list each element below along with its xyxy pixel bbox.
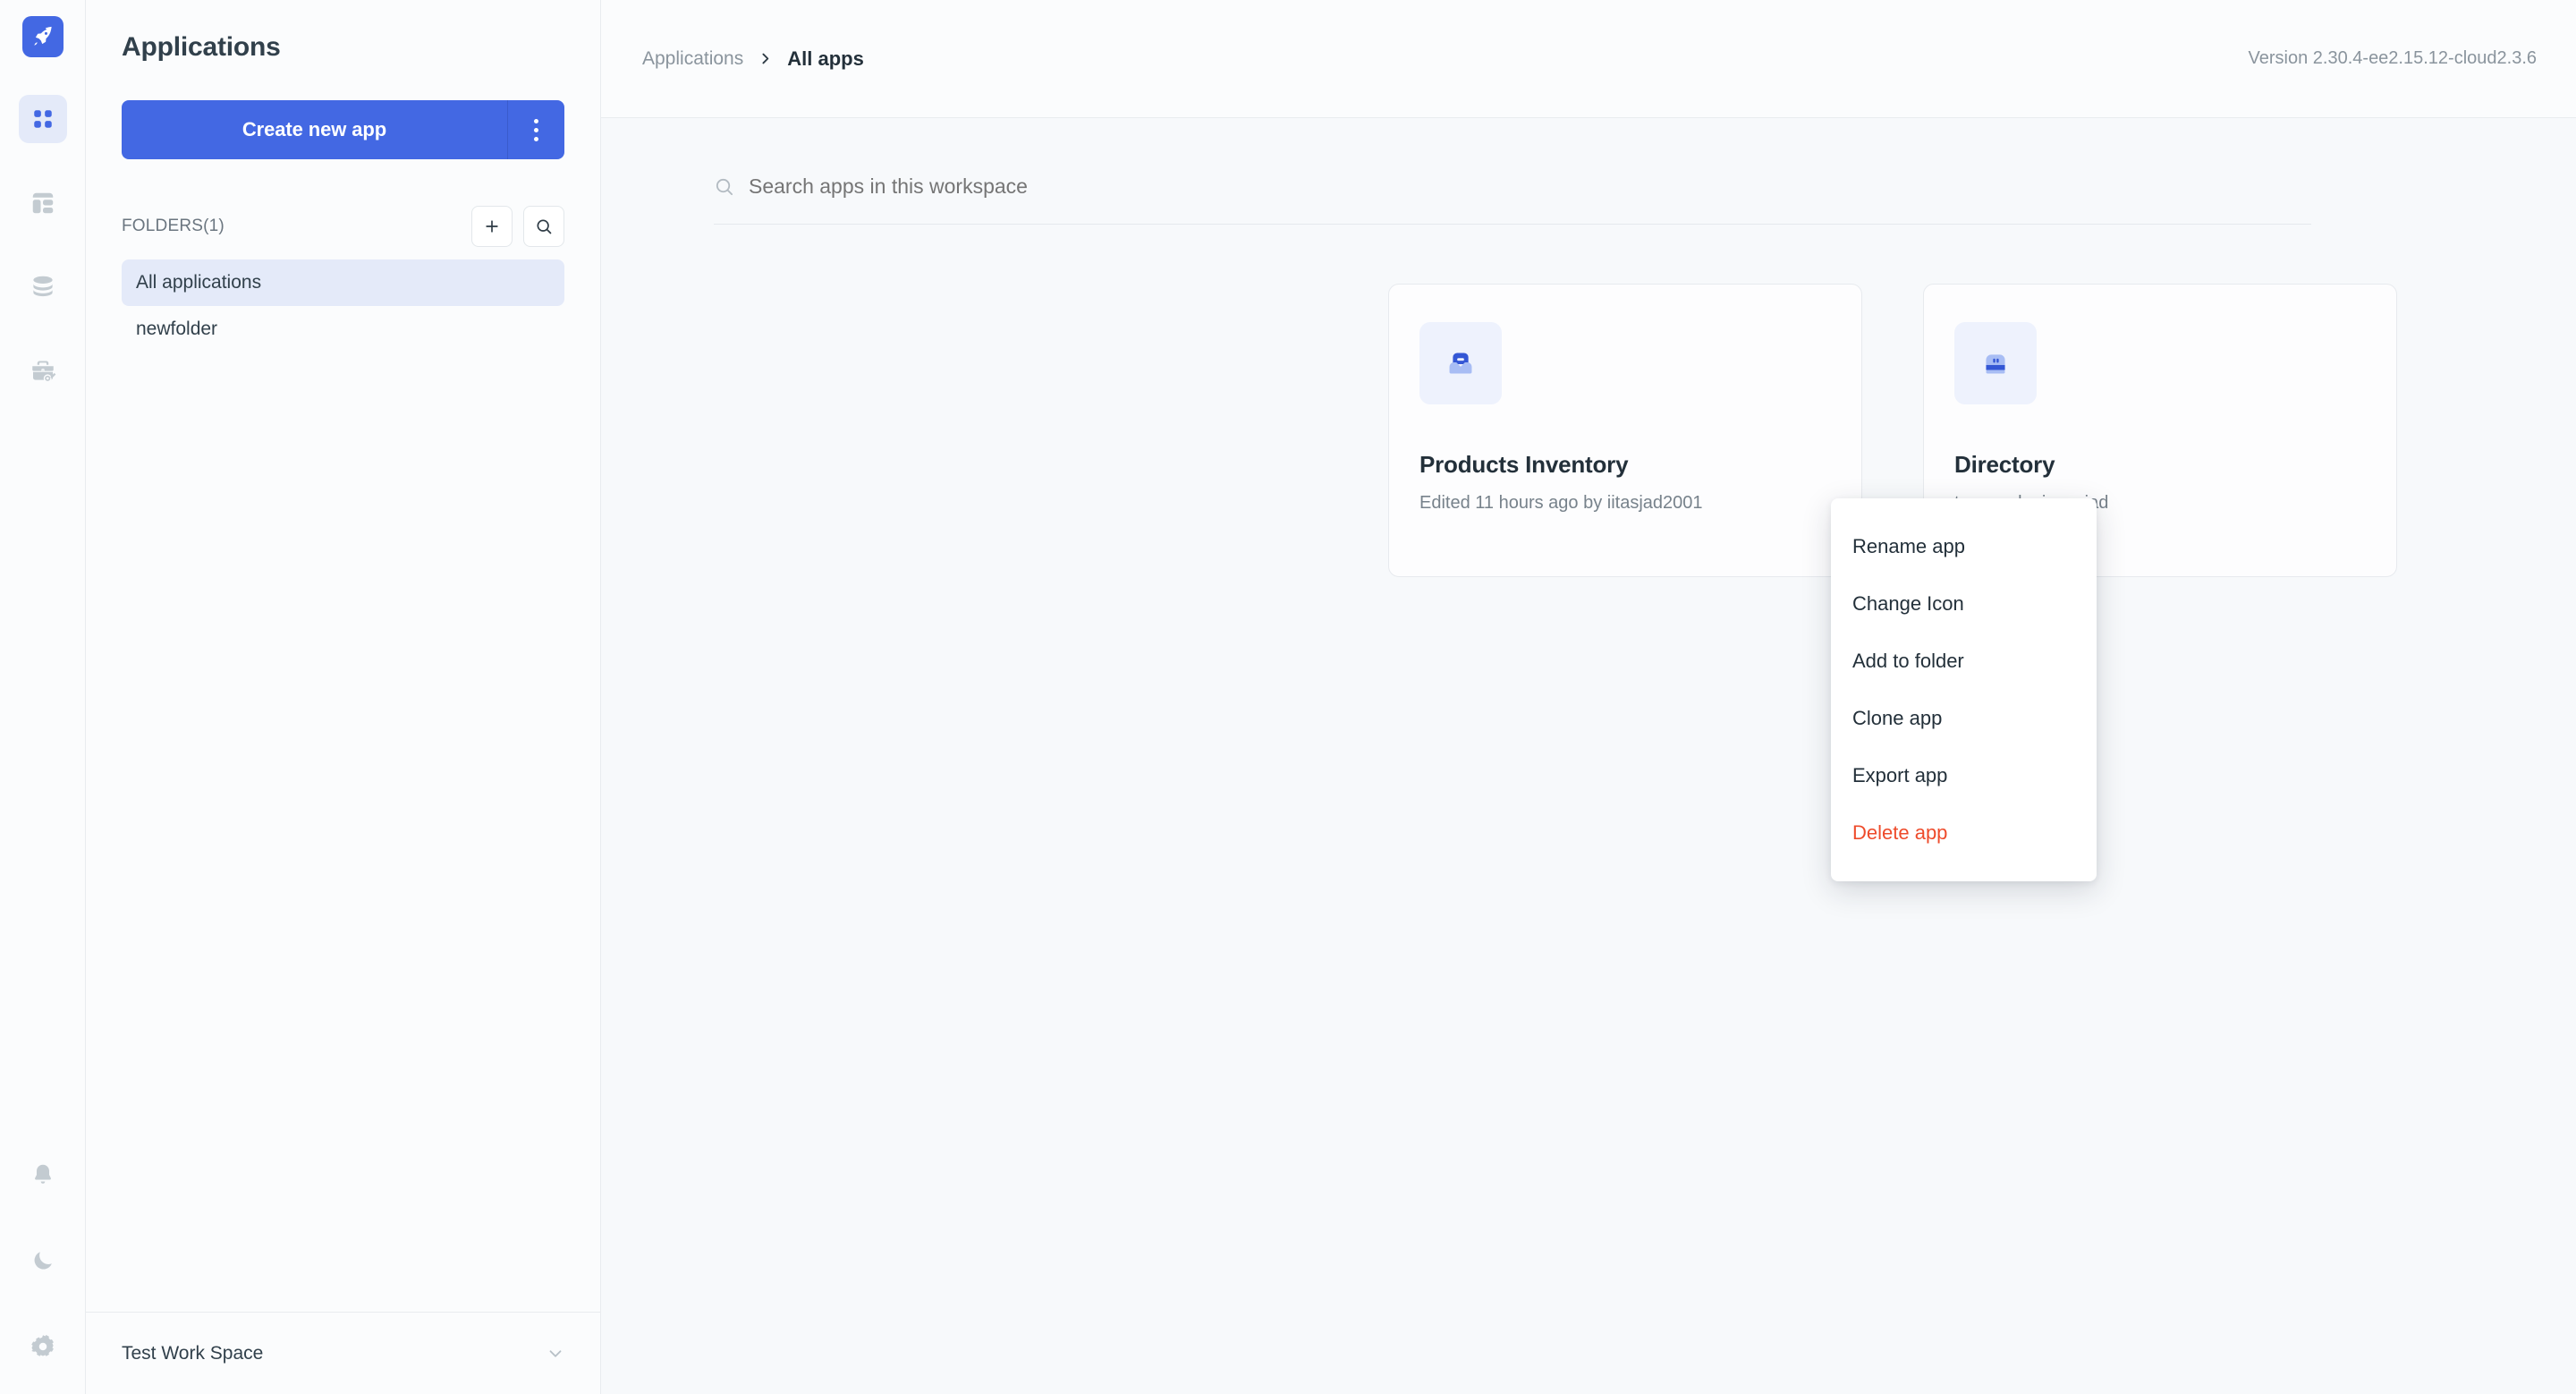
briefcase-key-icon xyxy=(30,358,56,385)
sidebar-item-workflows[interactable] xyxy=(19,179,67,227)
sidebar-item-notifications[interactable] xyxy=(19,1151,67,1199)
context-menu-item-change-icon[interactable]: Change Icon xyxy=(1831,575,2097,633)
chevron-down-icon xyxy=(546,1344,565,1364)
version-label: Version 2.30.4-ee2.15.12-cloud2.3.6 xyxy=(2248,48,2537,68)
robot-icon xyxy=(1954,322,2037,404)
app-card-title: Directory xyxy=(1954,451,2055,478)
folders-actions xyxy=(471,206,564,247)
workspace-selector[interactable]: Test Work Space xyxy=(86,1312,601,1394)
sidebar-item-apps[interactable] xyxy=(18,95,67,143)
app-context-menu: Rename app Change Icon Add to folder Clo… xyxy=(1831,498,2097,881)
applications-panel: Applications Create new app FOLDERS(1) A… xyxy=(86,0,601,1394)
gear-icon xyxy=(30,1333,56,1360)
search-bar xyxy=(714,159,2311,213)
folder-item-newfolder[interactable]: newfolder xyxy=(122,306,564,353)
sidebar-item-data-sources[interactable] xyxy=(19,263,67,311)
bell-icon xyxy=(30,1162,55,1187)
app-card-title: Products Inventory xyxy=(1419,451,1629,478)
search-input[interactable] xyxy=(749,174,2311,199)
folder-list: All applications newfolder xyxy=(122,259,564,353)
breadcrumb-root[interactable]: Applications xyxy=(642,48,743,70)
search-icon xyxy=(535,217,553,235)
chevron-right-icon xyxy=(758,51,773,66)
main-area: Applications All apps Version 2.30.4-ee2… xyxy=(601,0,2576,1394)
search-icon xyxy=(714,176,734,197)
add-folder-button[interactable] xyxy=(471,206,513,247)
moon-icon xyxy=(30,1248,55,1273)
create-new-app-button[interactable]: Create new app xyxy=(122,100,507,159)
breadcrumb-current: All apps xyxy=(787,47,864,70)
grid-apps-icon xyxy=(31,107,55,131)
context-menu-item-clone-app[interactable]: Clone app xyxy=(1831,690,2097,747)
sidebar-item-workspace-constants[interactable] xyxy=(19,347,67,395)
context-menu-item-add-to-folder[interactable]: Add to folder xyxy=(1831,633,2097,690)
context-menu-item-export-app[interactable]: Export app xyxy=(1831,747,2097,804)
application-root: Applications Create new app FOLDERS(1) A… xyxy=(0,0,2576,1394)
sidebar-item-settings[interactable] xyxy=(19,1322,67,1371)
folders-header: FOLDERS(1) xyxy=(122,206,564,247)
breadcrumb: Applications All apps xyxy=(642,47,864,71)
app-card[interactable]: Products Inventory Edited 11 hours ago b… xyxy=(1388,284,1862,577)
search-folder-button[interactable] xyxy=(523,206,564,247)
rocket-icon[interactable] xyxy=(21,16,64,57)
app-card-meta: Edited 11 hours ago by iitasjad2001 xyxy=(1419,493,1703,513)
top-bar: Applications All apps Version 2.30.4-ee2… xyxy=(601,0,2576,118)
folder-item-all-applications[interactable]: All applications xyxy=(122,259,564,306)
page-title: Applications xyxy=(122,32,281,62)
search-divider xyxy=(714,224,2311,225)
workspace-name: Test Work Space xyxy=(122,1342,264,1364)
context-menu-item-rename-app[interactable]: Rename app xyxy=(1831,518,2097,575)
create-new-app-row: Create new app xyxy=(122,100,564,159)
folder-item-label: newfolder xyxy=(136,319,218,339)
icon-rail-bottom xyxy=(0,1151,86,1371)
context-menu-item-delete-app[interactable]: Delete app xyxy=(1831,804,2097,862)
mailbox-icon xyxy=(1419,322,1502,404)
icon-rail xyxy=(0,0,86,1394)
kebab-vertical-icon xyxy=(534,118,538,141)
plus-icon xyxy=(483,217,501,235)
database-stack-icon xyxy=(30,274,56,301)
dark-mode-toggle[interactable] xyxy=(19,1237,67,1285)
layout-dashboard-icon xyxy=(30,190,56,217)
apps-content: Products Inventory Edited 11 hours ago b… xyxy=(601,118,2576,1394)
folders-count-label: FOLDERS(1) xyxy=(122,217,225,235)
create-new-app-menu-button[interactable] xyxy=(507,100,564,159)
folder-item-label: All applications xyxy=(136,272,262,293)
